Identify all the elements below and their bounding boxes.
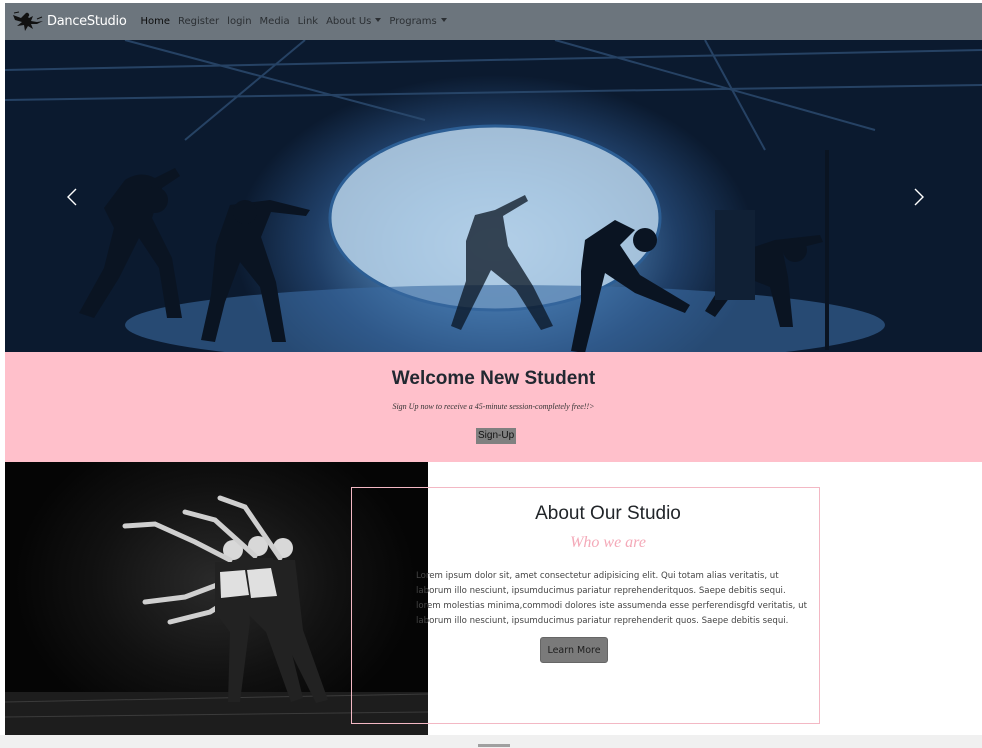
- signup-button[interactable]: Sign-Up: [476, 428, 517, 444]
- welcome-title: Welcome New Student: [391, 368, 596, 389]
- caret-down-icon: [375, 18, 382, 22]
- nav-login[interactable]: login: [227, 16, 251, 27]
- navbar: DanceStudio Home Register login Media Li…: [5, 3, 982, 40]
- about-subtitle: Who we are: [570, 534, 646, 551]
- nav-programs-label: Programs: [389, 16, 437, 27]
- hero-carousel: [5, 40, 982, 352]
- nav-link[interactable]: Link: [298, 16, 318, 27]
- nav-items: Home Register login Media Link About Us …: [140, 16, 454, 27]
- about-body: Lorem ipsum dolor sit, amet consectetur …: [416, 569, 816, 629]
- chevron-right-icon: [914, 188, 924, 206]
- hero-dance-image: [5, 40, 982, 352]
- nav-about-us-label: About Us: [326, 16, 372, 27]
- brand-name: DanceStudio: [47, 14, 127, 29]
- dancer-logo-icon: [13, 11, 43, 31]
- nav-programs-dropdown[interactable]: Programs: [389, 16, 447, 27]
- chevron-left-icon: [67, 188, 77, 206]
- nav-media[interactable]: Media: [260, 16, 290, 27]
- about-title: About Our Studio: [535, 503, 681, 524]
- welcome-section: Welcome New Student Sign Up now to recei…: [5, 352, 982, 462]
- welcome-subtitle: Sign Up now to receive a 45-minute sessi…: [392, 402, 595, 411]
- carousel-prev-button[interactable]: [62, 185, 82, 209]
- about-body-line: Lorem ipsum dolor sit, amet consectetur …: [416, 571, 779, 581]
- nav-register[interactable]: Register: [178, 16, 219, 27]
- nav-about-us-dropdown[interactable]: About Us: [326, 16, 382, 27]
- carousel-next-button[interactable]: [909, 185, 929, 209]
- bottom-scroll-area: [0, 735, 982, 748]
- about-body-line: lorem molestias minima,commodi dolores i…: [416, 601, 807, 611]
- about-body-line: laborum illo nesciunt, ipsumducimus pari…: [416, 616, 789, 626]
- nav-home[interactable]: Home: [140, 16, 170, 27]
- scroll-handle[interactable]: [478, 744, 510, 747]
- brand-link[interactable]: DanceStudio: [11, 9, 127, 35]
- about-body-line: laborum illo nesciunt, ipsumducimus pari…: [416, 586, 786, 596]
- caret-down-icon: [440, 18, 447, 22]
- about-card: About Our Studio Who we are Lorem ipsum …: [351, 487, 820, 724]
- learn-more-button[interactable]: Learn More: [540, 637, 608, 663]
